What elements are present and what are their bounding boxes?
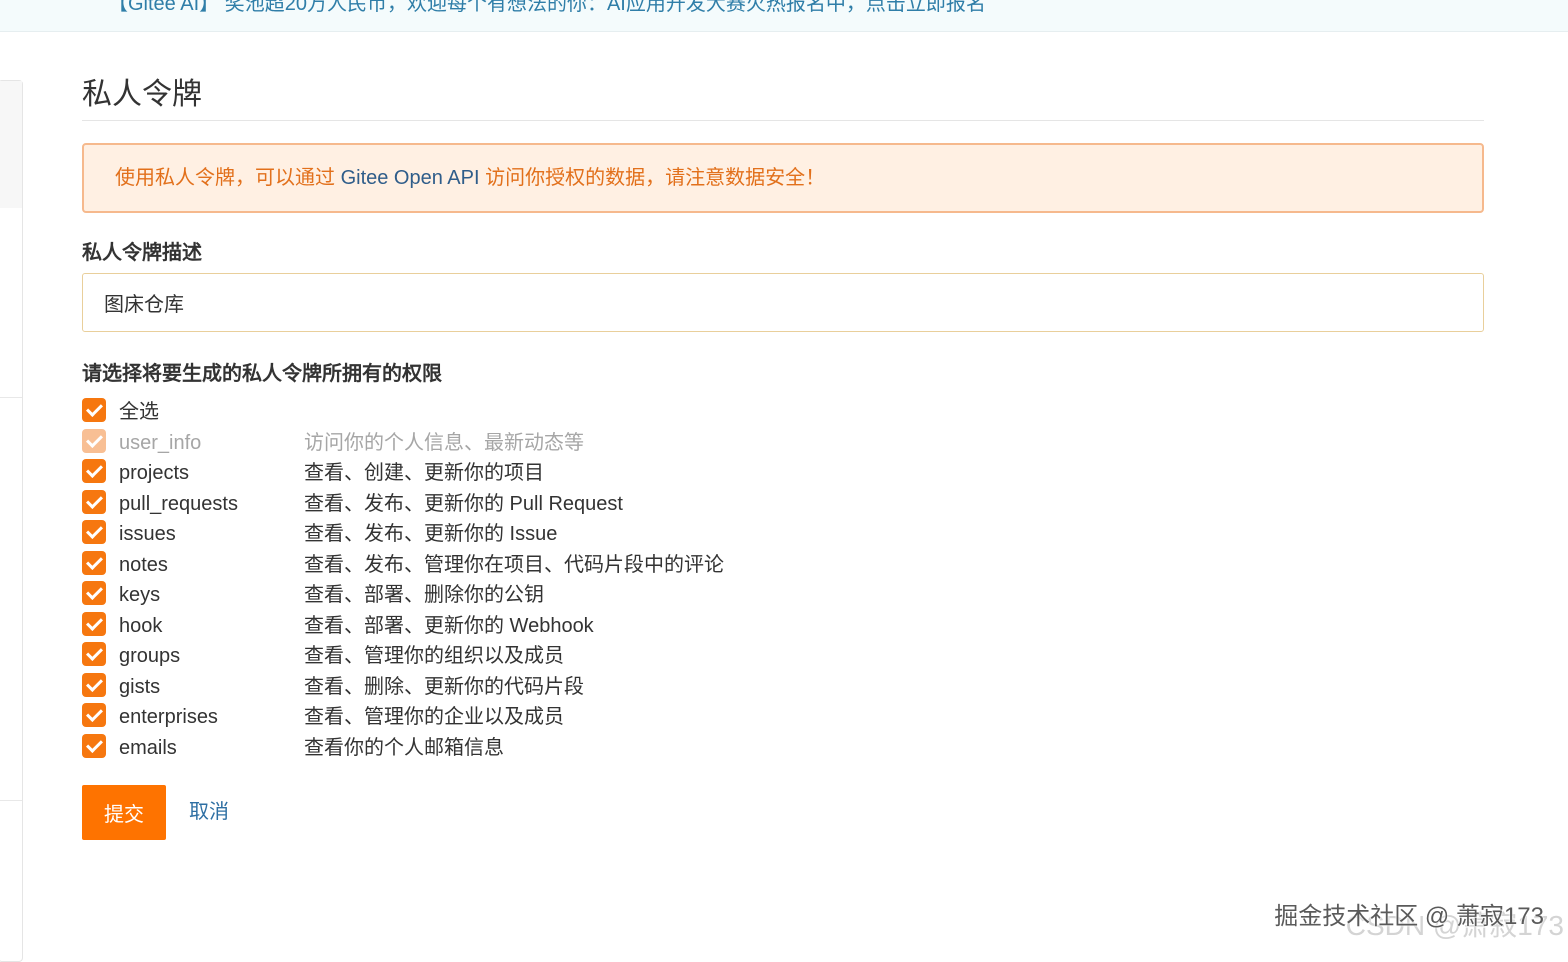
permission-name: groups bbox=[119, 645, 181, 667]
announcement-text[interactable]: 【Gitee AI】 奖池超20万人民币，欢迎每个有想法的你：AI应用开发大赛火… bbox=[108, 0, 986, 16]
permission-row-user-info: user_info 访问你的个人信息、最新动态等 bbox=[82, 428, 1484, 460]
permission-checkbox-notes[interactable] bbox=[82, 550, 106, 575]
permission-name: issues bbox=[119, 523, 176, 545]
cancel-link[interactable]: 取消 bbox=[189, 785, 229, 840]
permission-description: 查看、创建、更新你的项目 bbox=[304, 462, 544, 484]
permission-description: 查看、管理你的企业以及成员 bbox=[304, 706, 564, 728]
permission-description: 访问你的个人信息、最新动态等 bbox=[304, 431, 584, 454]
permission-name: pull_requests bbox=[119, 492, 238, 515]
permission-description: 查看、发布、管理你在项目、代码片段中的评论 bbox=[304, 553, 724, 576]
notice-api-name: Gitee Open API bbox=[340, 167, 480, 189]
permission-checkbox-enterprises[interactable] bbox=[82, 703, 106, 727]
permissions-label: 请选择将要生成的私人令牌所拥有的权限 bbox=[82, 363, 442, 385]
permission-row-enterprises[interactable]: enterprises 查看、管理你的企业以及成员 bbox=[82, 703, 1484, 734]
juejin-watermark: 掘金技术社区 @ 萧寂173 bbox=[1274, 903, 1544, 930]
select-all-row[interactable]: 全选 bbox=[82, 398, 1484, 429]
select-all-label[interactable]: 全选 bbox=[119, 398, 159, 426]
description-input[interactable] bbox=[82, 273, 1484, 332]
permission-checkbox-pull-requests[interactable] bbox=[82, 489, 106, 514]
permission-name: projects bbox=[119, 462, 190, 484]
permission-checkbox-issues[interactable] bbox=[82, 520, 106, 544]
permission-checkbox-user-info bbox=[82, 428, 106, 453]
security-notice: 使用私人令牌，可以通过 Gitee Open API 访问你授权的数据，请注意数… bbox=[82, 143, 1484, 213]
permission-row-gists[interactable]: gists 查看、删除、更新你的代码片段 bbox=[82, 672, 1484, 704]
sidebar-divider bbox=[0, 397, 22, 398]
notice-prefix: 使用私人令牌，可以通过 bbox=[115, 167, 341, 189]
page-title: 私人令牌 bbox=[82, 70, 1484, 121]
permission-description: 查看、发布、更新你的 Issue bbox=[304, 523, 558, 545]
permission-checkbox-groups[interactable] bbox=[82, 642, 106, 666]
permission-description: 查看、部署、删除你的公钥 bbox=[304, 584, 544, 606]
token-form: 私人令牌 使用私人令牌，可以通过 Gitee Open API 访问你授权的数据… bbox=[82, 70, 1484, 764]
sidebar-band bbox=[0, 81, 22, 208]
permission-description: 查看、管理你的组织以及成员 bbox=[304, 645, 564, 667]
permission-name: enterprises bbox=[119, 706, 218, 728]
submit-button[interactable]: 提交 bbox=[82, 785, 166, 840]
permission-row-emails[interactable]: emails 查看你的个人邮箱信息 bbox=[82, 733, 1484, 765]
permission-row-notes[interactable]: notes 查看、发布、管理你在项目、代码片段中的评论 bbox=[82, 550, 1484, 582]
permission-checkbox-emails[interactable] bbox=[82, 733, 106, 758]
sidebar-divider bbox=[0, 800, 22, 801]
permission-name: user_info bbox=[119, 431, 202, 454]
permissions-list: 全选 user_info 访问你的个人信息、最新动态等 projects 查看、创建、… bbox=[82, 398, 1484, 764]
select-all-checkbox[interactable] bbox=[82, 398, 106, 422]
permission-name: hook bbox=[119, 614, 163, 637]
permission-description: 查看、删除、更新你的代码片段 bbox=[304, 675, 584, 698]
notice-suffix: 访问你授权的数据，请注意数据安全！ bbox=[479, 167, 826, 189]
permission-row-hook[interactable]: hook 查看、部署、更新你的 Webhook bbox=[82, 611, 1484, 643]
permission-description: 查看、部署、更新你的 Webhook bbox=[304, 614, 594, 637]
permission-checkbox-gists[interactable] bbox=[82, 672, 106, 697]
left-sidebar-panel bbox=[0, 80, 23, 962]
permission-name: emails bbox=[119, 736, 177, 759]
permission-checkbox-keys[interactable] bbox=[82, 581, 106, 605]
permission-row-projects[interactable]: projects 查看、创建、更新你的项目 bbox=[82, 459, 1484, 490]
permission-checkbox-projects[interactable] bbox=[82, 459, 106, 483]
permission-checkbox-hook[interactable] bbox=[82, 611, 106, 636]
permission-row-issues[interactable]: issues 查看、发布、更新你的 Issue bbox=[82, 520, 1484, 551]
permission-description: 查看、发布、更新你的 Pull Request bbox=[304, 492, 623, 515]
permission-name: notes bbox=[119, 553, 168, 576]
description-label: 私人令牌描述 bbox=[82, 242, 202, 264]
permission-name: gists bbox=[119, 675, 161, 698]
permission-description: 查看你的个人邮箱信息 bbox=[304, 736, 504, 759]
permission-name: keys bbox=[119, 584, 161, 606]
announcement-banner[interactable]: 【Gitee AI】 奖池超20万人民币，欢迎每个有想法的你：AI应用开发大赛火… bbox=[0, 0, 1568, 32]
permission-row-groups[interactable]: groups 查看、管理你的组织以及成员 bbox=[82, 642, 1484, 673]
permission-row-keys[interactable]: keys 查看、部署、删除你的公钥 bbox=[82, 581, 1484, 612]
permission-row-pull-requests[interactable]: pull_requests 查看、发布、更新你的 Pull Request bbox=[82, 489, 1484, 521]
